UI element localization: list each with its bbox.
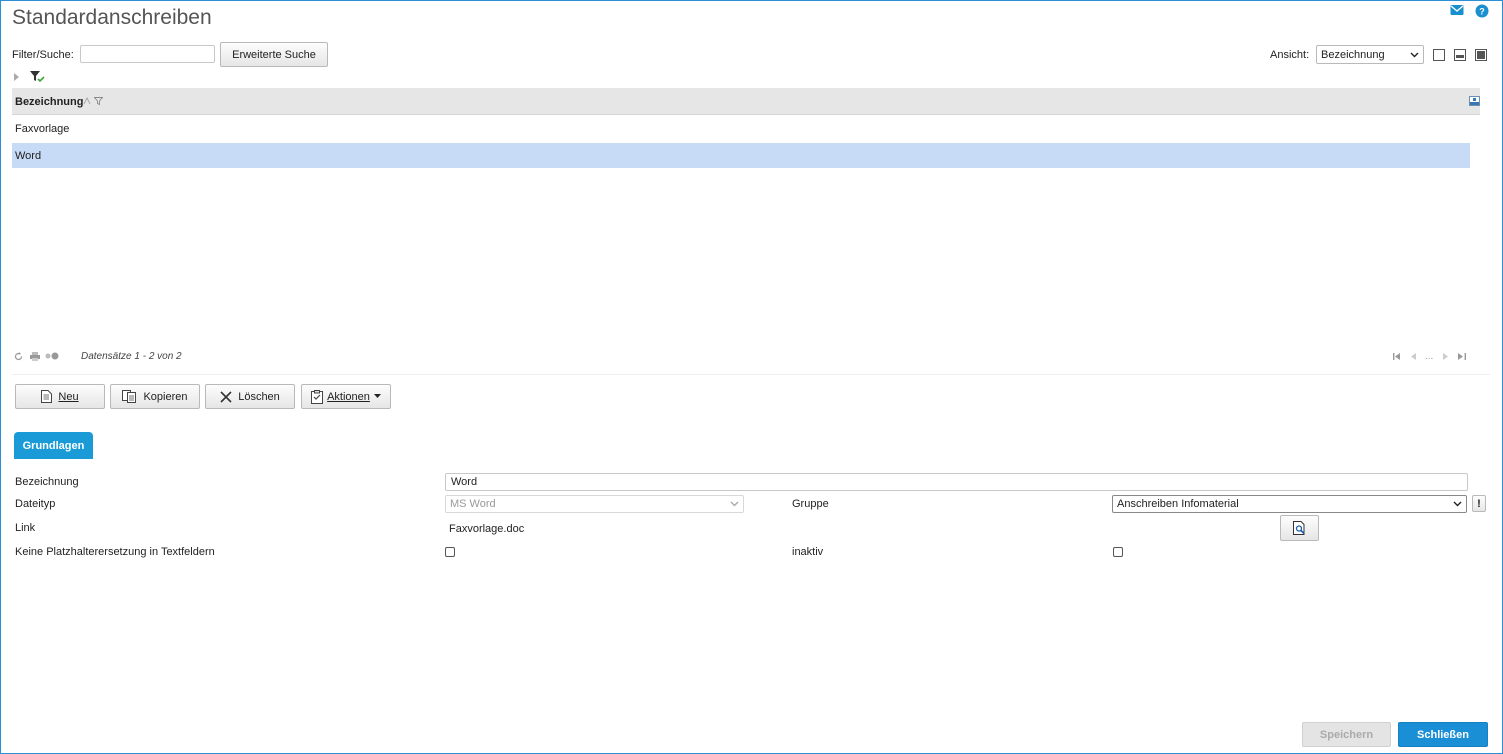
print-icon[interactable] xyxy=(30,352,40,361)
save-button[interactable]: Speichern xyxy=(1302,722,1391,747)
pager-ellipsis[interactable]: ... xyxy=(1425,351,1433,362)
delete-button-label: Löschen xyxy=(238,390,280,403)
copy-icon xyxy=(122,390,137,403)
mail-icon[interactable] xyxy=(1450,4,1464,16)
link-label: Link xyxy=(15,522,36,534)
page-title: Standardanschreiben xyxy=(12,6,212,29)
table-row-selected[interactable]: Word xyxy=(12,143,1470,168)
actions-clipboard-icon xyxy=(311,389,324,404)
table-cell: Faxvorlage xyxy=(15,122,70,135)
refresh-icon[interactable] xyxy=(14,352,23,361)
grid-header xyxy=(12,88,1480,115)
link-browse-icon xyxy=(1292,521,1307,535)
filter-label: Filter/Suche: xyxy=(12,49,74,61)
help-icon[interactable]: ? xyxy=(1475,4,1489,18)
view-mode-single-icon[interactable] xyxy=(1433,49,1445,61)
chevron-down-icon xyxy=(373,394,381,399)
divider xyxy=(12,374,1490,375)
gruppe-label: Gruppe xyxy=(792,498,829,510)
view-label: Ansicht: xyxy=(1270,49,1310,61)
inaktiv-label: inaktiv xyxy=(792,546,824,558)
warning-icon[interactable]: ! xyxy=(1472,495,1486,512)
new-button[interactable]: Neu xyxy=(15,384,105,409)
view-mode-split-icon[interactable] xyxy=(1454,49,1466,61)
bezeichnung-field[interactable] xyxy=(445,473,1468,491)
bezeichnung-label: Bezeichnung xyxy=(15,476,79,488)
toggle-icon[interactable] xyxy=(45,352,59,360)
platzhalter-checkbox[interactable] xyxy=(445,547,455,557)
inaktiv-checkbox[interactable] xyxy=(1113,547,1123,557)
dateityp-label: Dateityp xyxy=(15,498,56,510)
table-cell: Word xyxy=(15,149,42,162)
advanced-search-label: Erweiterte Suche xyxy=(232,48,316,61)
link-browse-button[interactable] xyxy=(1280,515,1319,541)
copy-button[interactable]: Kopieren xyxy=(110,384,200,409)
copy-button-label: Kopieren xyxy=(143,390,188,403)
tab-grundlagen-label: Grundlagen xyxy=(22,439,85,452)
dateityp-select[interactable]: MS Word xyxy=(445,495,744,513)
close-button-label: Schließen xyxy=(1417,728,1469,741)
prev-page-icon[interactable] xyxy=(1411,353,1416,360)
chevron-down-icon xyxy=(1410,52,1419,58)
view-mode-full-icon[interactable] xyxy=(1475,49,1487,61)
new-button-label: Neu xyxy=(58,390,79,403)
column-filter-icon[interactable] xyxy=(94,97,103,105)
first-page-icon[interactable] xyxy=(1393,353,1401,360)
new-document-icon xyxy=(41,390,53,403)
records-count: Datensätze 1 - 2 von 2 xyxy=(81,351,182,362)
actions-button-label: Aktionen xyxy=(327,390,370,403)
chevron-down-icon xyxy=(730,501,739,507)
close-button[interactable]: Schließen xyxy=(1398,722,1488,747)
last-page-icon[interactable] xyxy=(1458,353,1466,360)
sort-asc-icon[interactable] xyxy=(83,96,91,105)
gruppe-select[interactable]: Anschreiben Infomaterial xyxy=(1112,495,1467,513)
advanced-search-button[interactable]: Erweiterte Suche xyxy=(220,42,328,67)
filter-check-icon[interactable] xyxy=(30,71,46,83)
column-chooser-icon[interactable] xyxy=(1469,96,1480,106)
actions-button[interactable]: Aktionen xyxy=(301,384,391,409)
tab-grundlagen[interactable]: Grundlagen xyxy=(14,432,93,459)
view-selected: Bezeichnung xyxy=(1321,48,1385,61)
link-value: Faxvorlage.doc xyxy=(449,523,525,535)
table-row[interactable]: Faxvorlage xyxy=(12,116,1470,141)
view-select[interactable]: Bezeichnung xyxy=(1316,45,1424,64)
gruppe-selected: Anschreiben Infomaterial xyxy=(1117,498,1239,510)
delete-x-icon xyxy=(220,390,232,403)
filter-search-input[interactable] xyxy=(80,45,215,63)
platzhalter-label: Keine Platzhalterersetzung in Textfelder… xyxy=(15,546,215,558)
next-page-icon[interactable] xyxy=(1443,353,1448,360)
svg-text:?: ? xyxy=(1479,7,1485,17)
column-header-bezeichnung[interactable]: Bezeichnung xyxy=(15,96,83,108)
dateityp-selected: MS Word xyxy=(450,498,496,510)
delete-button[interactable]: Löschen xyxy=(205,384,295,409)
save-button-label: Speichern xyxy=(1319,728,1374,741)
expand-arrow-icon[interactable] xyxy=(14,73,20,81)
chevron-down-icon xyxy=(1453,501,1462,507)
